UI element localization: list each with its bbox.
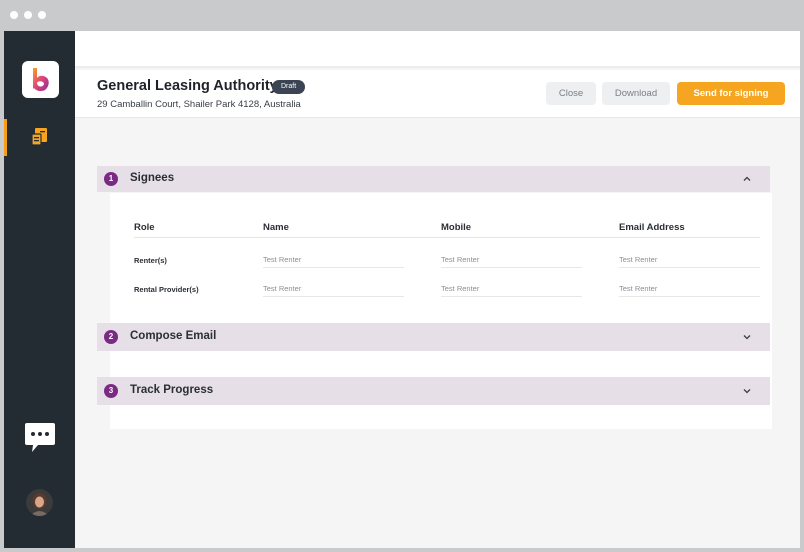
chevron-down-icon[interactable] [742, 386, 752, 396]
row-role-label: Renter(s) [134, 256, 167, 265]
email-field[interactable]: Test Renter [619, 255, 657, 264]
window-control-dot[interactable] [10, 11, 18, 19]
document-icon[interactable] [29, 126, 51, 148]
section-title: Track Progress [130, 384, 214, 396]
column-header-role: Role [134, 222, 155, 233]
brand-logo[interactable] [22, 61, 59, 98]
row-role-label: Rental Provider(s) [134, 285, 199, 294]
step-number-badge: 3 [104, 384, 118, 398]
window-titlebar [0, 0, 804, 31]
field-underline [263, 296, 404, 297]
window-control-dot[interactable] [38, 11, 46, 19]
step-number-badge: 2 [104, 330, 118, 344]
column-header-email: Email Address [619, 222, 685, 233]
user-avatar[interactable] [26, 489, 53, 516]
section-signees-header[interactable]: 1 Signees [97, 166, 770, 192]
close-button[interactable]: Close [546, 82, 596, 105]
field-underline [441, 296, 582, 297]
mobile-field[interactable]: Test Renter [441, 255, 479, 264]
mobile-field[interactable]: Test Renter [441, 284, 479, 293]
email-field[interactable]: Test Renter [619, 284, 657, 293]
field-underline [619, 267, 760, 268]
name-field[interactable]: Test Renter [263, 255, 301, 264]
section-title: Signees [130, 172, 175, 184]
column-header-mobile: Mobile [441, 222, 472, 233]
document-header: General Leasing Authority Draft 29 Camba… [75, 70, 800, 118]
field-underline [441, 267, 582, 268]
app-viewport: General Leasing Authority Draft 29 Camba… [4, 31, 800, 548]
table-header-divider [134, 237, 760, 238]
send-for-signing-button[interactable]: Send for signing [677, 82, 785, 105]
status-badge: Draft [272, 80, 306, 94]
field-underline [619, 296, 760, 297]
chat-bubble-icon[interactable] [24, 421, 56, 455]
name-field[interactable]: Test Renter [263, 284, 301, 293]
step-number-badge: 1 [104, 172, 118, 186]
page-title: General Leasing Authority [97, 78, 278, 94]
chevron-down-icon[interactable] [742, 332, 752, 342]
top-bar [75, 31, 800, 68]
download-button[interactable]: Download [602, 82, 670, 105]
browser-window: General Leasing Authority Draft 29 Camba… [0, 0, 804, 552]
column-header-name: Name [263, 222, 289, 233]
section-track-progress-header[interactable]: 3 Track Progress [97, 377, 770, 405]
document-address: 29 Camballin Court, Shailer Park 4128, A… [97, 99, 301, 110]
chevron-up-icon[interactable] [742, 174, 752, 184]
nav-active-indicator [4, 119, 7, 156]
window-control-dot[interactable] [24, 11, 32, 19]
section-title: Compose Email [130, 330, 217, 342]
sidebar [4, 31, 75, 548]
section-compose-email-header[interactable]: 2 Compose Email [97, 323, 770, 351]
field-underline [263, 267, 404, 268]
brand-logo-icon [33, 68, 49, 92]
